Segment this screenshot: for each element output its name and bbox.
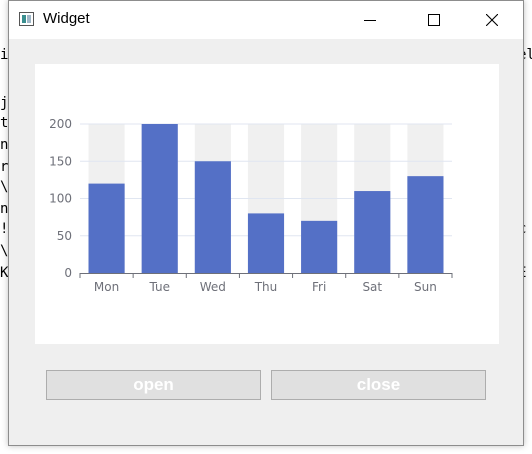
x-tick-label: Sat xyxy=(362,280,382,294)
x-tick-label: Fri xyxy=(312,280,326,294)
chart-panel: 0 50 100 150 200 Mon Tue Wed Thu Fri Sat Sun xyxy=(35,64,499,344)
window-title: Widget xyxy=(43,10,90,27)
bar xyxy=(141,124,178,273)
x-tick-label: Tue xyxy=(148,280,170,294)
y-tick-label: 0 xyxy=(64,266,72,280)
y-tick-label: 50 xyxy=(57,229,72,243)
maximize-icon xyxy=(428,14,440,26)
bar xyxy=(407,176,444,273)
close-icon xyxy=(486,14,498,26)
x-tick-label: Sun xyxy=(414,280,437,294)
maximize-button[interactable] xyxy=(411,1,457,39)
x-tick-label: Thu xyxy=(254,280,278,294)
y-tick-label: 100 xyxy=(49,192,72,206)
bar-chart: 0 50 100 150 200 Mon Tue Wed Thu Fri Sat Sun xyxy=(49,117,453,294)
close-button[interactable]: close xyxy=(271,370,486,400)
bar xyxy=(247,213,285,273)
bar xyxy=(194,161,231,273)
bar xyxy=(354,191,391,273)
y-tick-label: 150 xyxy=(49,154,72,168)
x-tick-label: Mon xyxy=(94,280,119,294)
widget-window: Widget 0 50 100 150 200 Mon Tue Wed Thu Fri Sat Sun… xyxy=(8,0,524,446)
app-icon xyxy=(19,12,34,26)
x-tick-label: Wed xyxy=(200,280,226,294)
minimize-button[interactable] xyxy=(347,1,393,39)
bar xyxy=(88,183,125,273)
open-button[interactable]: open xyxy=(46,370,261,400)
close-window-button[interactable] xyxy=(469,1,515,39)
bar xyxy=(301,220,338,273)
title-bar[interactable]: Widget xyxy=(9,1,523,39)
y-tick-label: 200 xyxy=(49,117,72,131)
minimize-icon xyxy=(364,20,376,21)
